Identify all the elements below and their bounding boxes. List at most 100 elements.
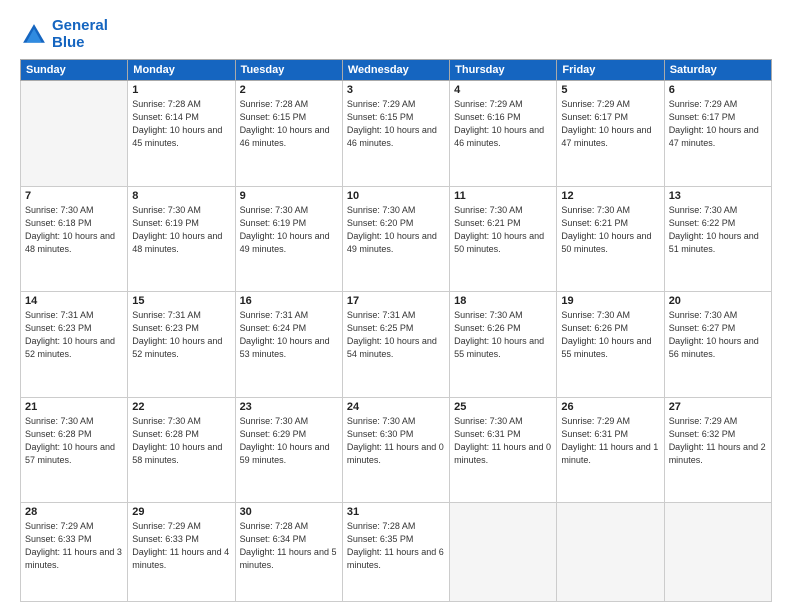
day-number: 24 [347, 401, 445, 413]
page: General Blue SundayMondayTuesdayWednesda… [0, 0, 792, 612]
day-header-monday: Monday [128, 60, 235, 81]
calendar-cell: 10Sunrise: 7:30 AMSunset: 6:20 PMDayligh… [342, 186, 449, 292]
day-info: Sunrise: 7:28 AMSunset: 6:35 PMDaylight:… [347, 520, 445, 572]
calendar-cell: 9Sunrise: 7:30 AMSunset: 6:19 PMDaylight… [235, 186, 342, 292]
day-info: Sunrise: 7:30 AMSunset: 6:29 PMDaylight:… [240, 415, 338, 467]
day-info: Sunrise: 7:30 AMSunset: 6:22 PMDaylight:… [669, 204, 767, 256]
day-info: Sunrise: 7:30 AMSunset: 6:18 PMDaylight:… [25, 204, 123, 256]
calendar-cell [21, 81, 128, 187]
day-info: Sunrise: 7:28 AMSunset: 6:34 PMDaylight:… [240, 520, 338, 572]
day-info: Sunrise: 7:31 AMSunset: 6:23 PMDaylight:… [25, 309, 123, 361]
day-number: 29 [132, 506, 230, 518]
calendar-cell: 8 Sunrise: 7:30 AMSunset: 6:19 PMDaylight… [128, 186, 235, 292]
calendar-cell: 16 Sunrise: 7:31 AMSunset: 6:24 PMDayligh… [235, 292, 342, 398]
calendar-cell: 30 Sunrise: 7:28 AMSunset: 6:34 PMDayligh… [235, 503, 342, 602]
day-number: 7 [25, 190, 123, 202]
day-info: Sunrise: 7:30 AMSunset: 6:28 PMDaylight:… [132, 415, 230, 467]
calendar-week-row: 1 Sunrise: 7:28 AMSunset: 6:14 PMDaylight… [21, 81, 772, 187]
day-number: 3 [347, 84, 445, 96]
day-number: 26 [561, 401, 659, 413]
calendar-cell: 19 Sunrise: 7:30 AMSunset: 6:26 PMDayligh… [557, 292, 664, 398]
calendar-cell: 7 Sunrise: 7:30 AMSunset: 6:18 PMDaylight… [21, 186, 128, 292]
logo: General Blue [20, 18, 108, 51]
calendar-week-row: 28 Sunrise: 7:29 AMSunset: 6:33 PMDayligh… [21, 503, 772, 602]
day-info: Sunrise: 7:29 AMSunset: 6:33 PMDaylight:… [132, 520, 230, 572]
day-header-sunday: Sunday [21, 60, 128, 81]
calendar-cell: 23 Sunrise: 7:30 AMSunset: 6:29 PMDayligh… [235, 397, 342, 503]
calendar-cell: 20 Sunrise: 7:30 AMSunset: 6:27 PMDayligh… [664, 292, 771, 398]
calendar-cell: 1 Sunrise: 7:28 AMSunset: 6:14 PMDaylight… [128, 81, 235, 187]
day-info: Sunrise: 7:28 AMSunset: 6:15 PMDaylight:… [240, 98, 338, 150]
calendar-cell: 29 Sunrise: 7:29 AMSunset: 6:33 PMDayligh… [128, 503, 235, 602]
day-number: 22 [132, 401, 230, 413]
day-number: 8 [132, 190, 230, 202]
day-header-thursday: Thursday [450, 60, 557, 81]
day-info: Sunrise: 7:30 AMSunset: 6:27 PMDaylight:… [669, 309, 767, 361]
calendar-cell: 24 Sunrise: 7:30 AMSunset: 6:30 PMDayligh… [342, 397, 449, 503]
calendar-cell: 6 Sunrise: 7:29 AMSunset: 6:17 PMDaylight… [664, 81, 771, 187]
day-info: Sunrise: 7:30 AMSunset: 6:26 PMDaylight:… [454, 309, 552, 361]
day-number: 30 [240, 506, 338, 518]
day-number: 21 [25, 401, 123, 413]
logo-icon [20, 21, 48, 49]
day-header-saturday: Saturday [664, 60, 771, 81]
header: General Blue [20, 18, 772, 51]
calendar-cell: 17Sunrise: 7:31 AMSunset: 6:25 PMDayligh… [342, 292, 449, 398]
day-info: Sunrise: 7:30 AMSunset: 6:19 PMDaylight:… [132, 204, 230, 256]
day-number: 28 [25, 506, 123, 518]
day-number: 13 [669, 190, 767, 202]
day-info: Sunrise: 7:29 AMSunset: 6:16 PMDaylight:… [454, 98, 552, 150]
calendar-cell: 2 Sunrise: 7:28 AMSunset: 6:15 PMDaylight… [235, 81, 342, 187]
day-header-tuesday: Tuesday [235, 60, 342, 81]
day-header-friday: Friday [557, 60, 664, 81]
day-info: Sunrise: 7:30 AMSunset: 6:21 PMDaylight:… [454, 204, 552, 256]
day-number: 11 [454, 190, 552, 202]
calendar-week-row: 14Sunrise: 7:31 AMSunset: 6:23 PMDayligh… [21, 292, 772, 398]
day-number: 4 [454, 84, 552, 96]
day-info: Sunrise: 7:29 AMSunset: 6:33 PMDaylight:… [25, 520, 123, 572]
calendar-cell [450, 503, 557, 602]
calendar-cell: 28 Sunrise: 7:29 AMSunset: 6:33 PMDayligh… [21, 503, 128, 602]
calendar-header-row: SundayMondayTuesdayWednesdayThursdayFrid… [21, 60, 772, 81]
day-info: Sunrise: 7:29 AMSunset: 6:15 PMDaylight:… [347, 98, 445, 150]
calendar-cell [664, 503, 771, 602]
calendar-cell: 31 Sunrise: 7:28 AMSunset: 6:35 PMDayligh… [342, 503, 449, 602]
day-number: 6 [669, 84, 767, 96]
day-info: Sunrise: 7:28 AMSunset: 6:14 PMDaylight:… [132, 98, 230, 150]
calendar-cell: 12Sunrise: 7:30 AMSunset: 6:21 PMDayligh… [557, 186, 664, 292]
day-info: Sunrise: 7:30 AMSunset: 6:26 PMDaylight:… [561, 309, 659, 361]
calendar-cell: 4 Sunrise: 7:29 AMSunset: 6:16 PMDaylight… [450, 81, 557, 187]
calendar-cell: 14Sunrise: 7:31 AMSunset: 6:23 PMDayligh… [21, 292, 128, 398]
day-number: 20 [669, 295, 767, 307]
day-info: Sunrise: 7:30 AMSunset: 6:30 PMDaylight:… [347, 415, 445, 467]
calendar-cell: 15Sunrise: 7:31 AMSunset: 6:23 PMDayligh… [128, 292, 235, 398]
day-info: Sunrise: 7:29 AMSunset: 6:31 PMDaylight:… [561, 415, 659, 467]
calendar-cell: 27Sunrise: 7:29 AMSunset: 6:32 PMDayligh… [664, 397, 771, 503]
calendar-week-row: 21 Sunrise: 7:30 AMSunset: 6:28 PMDayligh… [21, 397, 772, 503]
day-info: Sunrise: 7:29 AMSunset: 6:17 PMDaylight:… [561, 98, 659, 150]
calendar-cell: 13 Sunrise: 7:30 AMSunset: 6:22 PMDayligh… [664, 186, 771, 292]
day-number: 31 [347, 506, 445, 518]
calendar-cell: 26 Sunrise: 7:29 AMSunset: 6:31 PMDayligh… [557, 397, 664, 503]
day-info: Sunrise: 7:30 AMSunset: 6:31 PMDaylight:… [454, 415, 552, 467]
day-number: 2 [240, 84, 338, 96]
day-info: Sunrise: 7:31 AMSunset: 6:24 PMDaylight:… [240, 309, 338, 361]
day-number: 1 [132, 84, 230, 96]
day-info: Sunrise: 7:30 AMSunset: 6:28 PMDaylight:… [25, 415, 123, 467]
calendar-cell: 21 Sunrise: 7:30 AMSunset: 6:28 PMDayligh… [21, 397, 128, 503]
day-number: 19 [561, 295, 659, 307]
day-number: 23 [240, 401, 338, 413]
day-info: Sunrise: 7:31 AMSunset: 6:25 PMDaylight:… [347, 309, 445, 361]
day-number: 16 [240, 295, 338, 307]
day-info: Sunrise: 7:31 AMSunset: 6:23 PMDaylight:… [132, 309, 230, 361]
day-number: 12 [561, 190, 659, 202]
calendar-week-row: 7 Sunrise: 7:30 AMSunset: 6:18 PMDaylight… [21, 186, 772, 292]
day-info: Sunrise: 7:30 AMSunset: 6:20 PMDaylight:… [347, 204, 445, 256]
day-number: 18 [454, 295, 552, 307]
day-number: 9 [240, 190, 338, 202]
day-header-wednesday: Wednesday [342, 60, 449, 81]
day-number: 5 [561, 84, 659, 96]
calendar-cell [557, 503, 664, 602]
calendar-cell: 3 Sunrise: 7:29 AMSunset: 6:15 PMDaylight… [342, 81, 449, 187]
day-info: Sunrise: 7:29 AMSunset: 6:17 PMDaylight:… [669, 98, 767, 150]
